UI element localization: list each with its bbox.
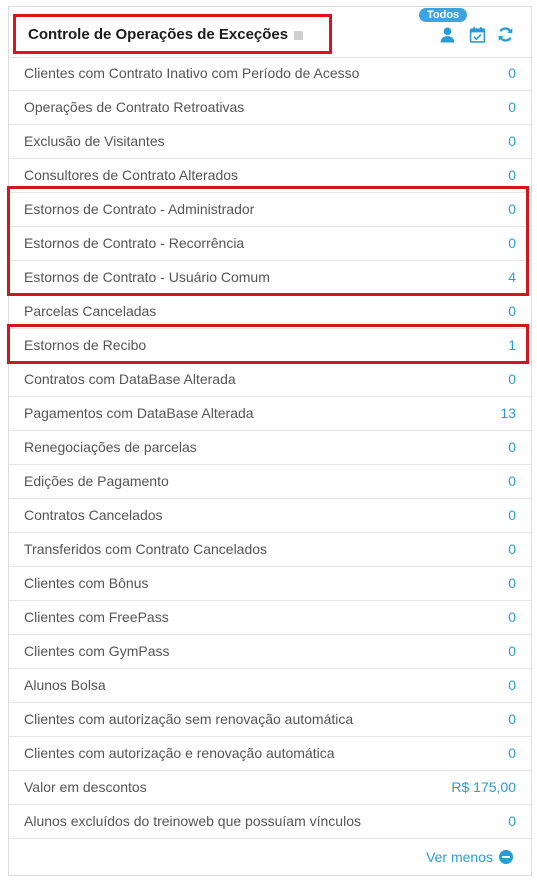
exception-row[interactable]: Clientes com autorização e renovação aut… — [9, 737, 531, 771]
row-label: Valor em descontos — [24, 779, 147, 795]
row-count[interactable]: 0 — [508, 303, 516, 319]
exception-row[interactable]: Renegociações de parcelas 0 — [9, 431, 531, 465]
exception-row[interactable]: Clientes com GymPass 0 — [9, 635, 531, 669]
exception-row[interactable]: Transferidos com Contrato Cancelados 0 — [9, 533, 531, 567]
minus-circle-icon[interactable] — [499, 850, 513, 864]
exception-row[interactable]: Consultores de Contrato Alterados 0 — [9, 159, 531, 193]
filter-badge[interactable]: Todos — [419, 8, 468, 22]
see-less-label[interactable]: Ver menos — [426, 849, 493, 865]
exception-row[interactable]: Estornos de Contrato - Usuário Comum 4 — [9, 261, 531, 295]
exception-row[interactable]: Alunos excluídos do treinoweb que possuí… — [9, 805, 531, 839]
row-count[interactable]: R$ 175,00 — [451, 779, 516, 795]
row-count[interactable]: 0 — [508, 473, 516, 489]
row-count[interactable]: 0 — [508, 201, 516, 217]
exception-row[interactable]: Operações de Contrato Retroativas 0 — [9, 91, 531, 125]
row-label: Estornos de Contrato - Usuário Comum — [24, 269, 270, 285]
title-highlight-box: Controle de Operações de Exceções — [13, 14, 332, 54]
row-count[interactable]: 13 — [500, 405, 516, 421]
row-label: Clientes com FreePass — [24, 609, 169, 625]
refresh-icon[interactable] — [497, 26, 514, 43]
exception-row[interactable]: Parcelas Canceladas 0 — [9, 295, 531, 329]
row-label: Alunos Bolsa — [24, 677, 106, 693]
row-count[interactable]: 0 — [508, 677, 516, 693]
row-label: Clientes com autorização e renovação aut… — [24, 745, 335, 761]
row-count[interactable]: 0 — [508, 65, 516, 81]
row-label: Clientes com Contrato Inativo com Períod… — [24, 65, 360, 81]
row-label: Clientes com autorização sem renovação a… — [24, 711, 354, 727]
row-count[interactable]: 0 — [508, 371, 516, 387]
exception-row[interactable]: Estornos de Contrato - Administrador 0 — [9, 193, 531, 227]
row-label: Edições de Pagamento — [24, 473, 169, 489]
exceptions-panel: Controle de Operações de Exceções Todos … — [8, 6, 532, 876]
row-count[interactable]: 0 — [508, 643, 516, 659]
row-label: Renegociações de parcelas — [24, 439, 197, 455]
see-less-link[interactable]: Ver menos — [426, 849, 513, 865]
user-icon[interactable] — [439, 26, 456, 43]
exception-row[interactable]: Valor em descontos R$ 175,00 — [9, 771, 531, 805]
exception-row[interactable]: Edições de Pagamento 0 — [9, 465, 531, 499]
row-count[interactable]: 0 — [508, 507, 516, 523]
row-label: Operações de Contrato Retroativas — [24, 99, 245, 115]
row-count[interactable]: 0 — [508, 99, 516, 115]
row-count[interactable]: 0 — [508, 813, 516, 829]
exception-row[interactable]: Contratos com DataBase Alterada 0 — [9, 363, 531, 397]
exception-row[interactable]: Contratos Cancelados 0 — [9, 499, 531, 533]
row-count[interactable]: 4 — [508, 269, 516, 285]
external-link-icon[interactable] — [294, 30, 304, 40]
exception-row[interactable]: Alunos Bolsa 0 — [9, 669, 531, 703]
row-label: Pagamentos com DataBase Alterada — [24, 405, 254, 421]
calendar-check-icon[interactable] — [469, 26, 486, 43]
row-count[interactable]: 0 — [508, 235, 516, 251]
exception-row[interactable]: Clientes com FreePass 0 — [9, 601, 531, 635]
row-count[interactable]: 0 — [508, 133, 516, 149]
exception-row[interactable]: Clientes com Contrato Inativo com Períod… — [9, 57, 531, 91]
row-count[interactable]: 0 — [508, 541, 516, 557]
row-count[interactable]: 0 — [508, 575, 516, 591]
exception-row[interactable]: Estornos de Recibo 1 — [9, 329, 531, 363]
exception-row[interactable]: Pagamentos com DataBase Alterada 13 — [9, 397, 531, 431]
row-count[interactable]: 0 — [508, 609, 516, 625]
row-count[interactable]: 0 — [508, 439, 516, 455]
row-label: Clientes com Bônus — [24, 575, 149, 591]
row-count[interactable]: 0 — [508, 745, 516, 761]
exception-row[interactable]: Clientes com Bônus 0 — [9, 567, 531, 601]
row-label: Exclusão de Visitantes — [24, 133, 165, 149]
row-label: Estornos de Contrato - Recorrência — [24, 235, 245, 251]
row-label: Transferidos com Contrato Cancelados — [24, 541, 268, 557]
row-label: Contratos Cancelados — [24, 507, 163, 523]
exception-row[interactable]: Estornos de Contrato - Recorrência 0 — [9, 227, 531, 261]
row-label: Contratos com DataBase Alterada — [24, 371, 236, 387]
panel-title: Controle de Operações de Exceções — [28, 25, 289, 43]
row-label: Consultores de Contrato Alterados — [24, 167, 239, 183]
row-label: Alunos excluídos do treinoweb que possuí… — [24, 813, 361, 829]
row-label: Estornos de Recibo — [24, 337, 147, 353]
row-label: Estornos de Contrato - Administrador — [24, 201, 255, 217]
row-count[interactable]: 0 — [508, 711, 516, 727]
exception-row[interactable]: Exclusão de Visitantes 0 — [9, 125, 531, 159]
panel-header: Controle de Operações de Exceções Todos — [9, 7, 531, 58]
row-label: Parcelas Canceladas — [24, 303, 157, 319]
exception-row[interactable]: Clientes com autorização sem renovação a… — [9, 703, 531, 737]
row-count[interactable]: 1 — [508, 337, 516, 353]
row-label: Clientes com GymPass — [24, 643, 170, 659]
row-count[interactable]: 0 — [508, 167, 516, 183]
